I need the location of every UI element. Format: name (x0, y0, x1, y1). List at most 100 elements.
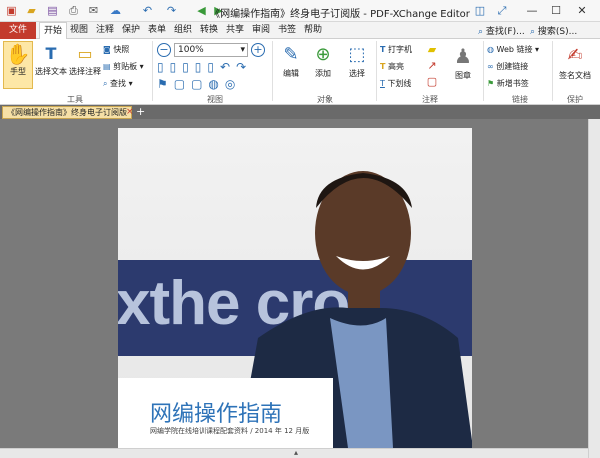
ribbon-separator (376, 41, 377, 101)
menu-protect[interactable]: 保护 (118, 22, 144, 39)
cover-title: 网编操作指南 (150, 402, 283, 427)
select-object-button[interactable]: ⬚ 选择 (342, 42, 372, 79)
find-doc-icon: ⌕ (103, 79, 108, 88)
sign-icon: ✍ (567, 45, 583, 66)
layout-icon[interactable]: ◫ (472, 3, 488, 19)
vertical-scrollbar[interactable] (588, 119, 600, 458)
select-object-icon: ⬚ (348, 44, 366, 65)
print-icon[interactable]: ⎙ (66, 3, 81, 18)
menu-home[interactable]: 开始 (39, 22, 68, 40)
snapshot-button[interactable]: ◙ 快照 (103, 42, 129, 58)
app-icon[interactable]: ▣ (4, 3, 19, 18)
cover-subtitle: 网编学院在线培训课程配套资料 / 2014 年 12 月版 (150, 427, 310, 435)
sign-document-button[interactable]: ✍ 签名文档 (555, 42, 595, 81)
ribbon-separator (552, 41, 553, 101)
search-icon: ⌕ (530, 27, 536, 37)
sign-label: 签名文档 (559, 71, 591, 80)
ribbon-separator (152, 41, 153, 101)
expand-up-icon[interactable]: ▴ (294, 448, 298, 458)
clipboard-icon: ▤ (103, 62, 111, 71)
email-icon[interactable]: ✉ (86, 3, 101, 18)
typewriter-icon: T (380, 45, 386, 54)
menu-form[interactable]: 表单 (144, 22, 170, 39)
web-link-button[interactable]: ◍ Web 链接 ▾ (487, 42, 539, 58)
create-link-label: 创建链接 (496, 62, 529, 71)
menu-review[interactable]: 审阅 (248, 22, 274, 39)
menu-view[interactable]: 视图 (66, 22, 92, 39)
comment-shape-icons[interactable]: ▰ ↗ ▢ (425, 42, 439, 90)
underline-icon: T (380, 79, 385, 88)
select-text-button[interactable]: T 选择文本 (34, 42, 68, 77)
maximize-button[interactable]: ☐ (548, 3, 564, 19)
search-button[interactable]: ⌕ 搜索(S)... (530, 24, 577, 37)
clipboard-button[interactable]: ▤ 剪贴板 ▾ (103, 59, 144, 75)
menu-share[interactable]: 共享 (222, 22, 248, 39)
links-group-label: 链接 (512, 95, 528, 104)
add-icon: ⊕ (315, 44, 331, 65)
document-tab[interactable]: 《网编操作指南》终身电子订阅版 (2, 106, 132, 119)
create-link-button[interactable]: ∞ 创建链接 (487, 59, 528, 75)
nav-view-icons[interactable]: ⚑▢▢◍◎ (157, 77, 241, 91)
underline-label: 下划线 (387, 79, 412, 88)
search-label: 搜索(S)... (537, 27, 578, 37)
minimize-button[interactable]: — (524, 3, 540, 19)
find-button[interactable]: ⌕ 查找(F)... (478, 24, 525, 37)
select-comment-label: 选择注释 (69, 67, 101, 76)
select-text-icon: T (45, 44, 57, 63)
highlight-button[interactable]: T 高亮 (380, 59, 404, 75)
highlight-label: 高亮 (388, 62, 405, 71)
menu-help[interactable]: 帮助 (300, 22, 326, 39)
new-bookmark-button[interactable]: ⚑ 新增书签 (487, 76, 529, 92)
menu-convert[interactable]: 转换 (196, 22, 222, 39)
find-tool-label: 查找 (110, 79, 127, 88)
find-icon: ⌕ (478, 27, 484, 37)
zoom-out-button[interactable]: − (157, 43, 171, 57)
menu-bookmark[interactable]: 书签 (274, 22, 300, 39)
add-button[interactable]: ⊕ 添加 (308, 42, 338, 79)
find-tool-button[interactable]: ⌕ 查找 ▾ (103, 76, 133, 92)
objects-group-label: 对象 (317, 95, 333, 104)
select-object-label: 选择 (349, 69, 365, 78)
add-label: 添加 (315, 69, 331, 78)
menu-file[interactable]: 文件 (0, 22, 36, 39)
new-tab-icon[interactable]: + (136, 105, 145, 119)
redo-icon[interactable]: ↷ (164, 3, 179, 18)
edit-label: 编辑 (283, 69, 299, 78)
edit-button[interactable]: ✎ 编辑 (276, 42, 306, 79)
snapshot-label: 快照 (113, 45, 130, 54)
close-button[interactable]: ✕ (574, 3, 590, 19)
cloud-icon[interactable]: ☁ (108, 3, 123, 18)
open-icon[interactable]: ▰ (24, 3, 39, 18)
web-link-label: Web 链接 (496, 45, 533, 54)
stamp-icon: ♟ (454, 44, 472, 68)
hand-tool-button[interactable]: ✋ 手型 (3, 41, 33, 89)
typewriter-button[interactable]: T 打字机 (380, 42, 412, 58)
fullscreen-icon[interactable]: ⤢ (494, 3, 510, 19)
select-comment-icon: ▭ (77, 44, 93, 63)
view-group-label: 视图 (207, 95, 223, 104)
comments-group-label: 注释 (422, 95, 438, 104)
zoom-select[interactable]: 100% ▾ (174, 43, 248, 57)
link-icon: ∞ (487, 62, 494, 71)
page-view-icons[interactable]: ▯▯▯▯▯↶↷ (157, 60, 252, 74)
menu-organize[interactable]: 组织 (170, 22, 196, 39)
select-text-label: 选择文本 (35, 67, 67, 76)
zoom-in-button[interactable]: + (251, 43, 265, 57)
save-icon[interactable]: ▤ (45, 3, 60, 18)
back-icon[interactable]: ◀ (194, 3, 209, 18)
typewriter-label: 打字机 (388, 45, 413, 54)
zoom-value: 100% (178, 45, 204, 55)
stamp-label: 图章 (455, 71, 471, 80)
underline-button[interactable]: T 下划线 (380, 76, 411, 92)
ribbon-separator (272, 41, 273, 101)
select-comment-button[interactable]: ▭ 选择注释 (68, 42, 102, 77)
hand-icon: ✋ (5, 42, 31, 66)
hand-tool-label: 手型 (10, 67, 26, 76)
undo-icon[interactable]: ↶ (140, 3, 155, 18)
stamp-button[interactable]: ♟ 图章 (446, 42, 480, 81)
chevron-down-icon: ▾ (240, 45, 245, 55)
tab-close-icon[interactable]: × (126, 106, 134, 119)
camera-icon: ◙ (103, 45, 111, 54)
edit-icon: ✎ (283, 44, 299, 65)
menu-comment[interactable]: 注释 (92, 22, 118, 39)
